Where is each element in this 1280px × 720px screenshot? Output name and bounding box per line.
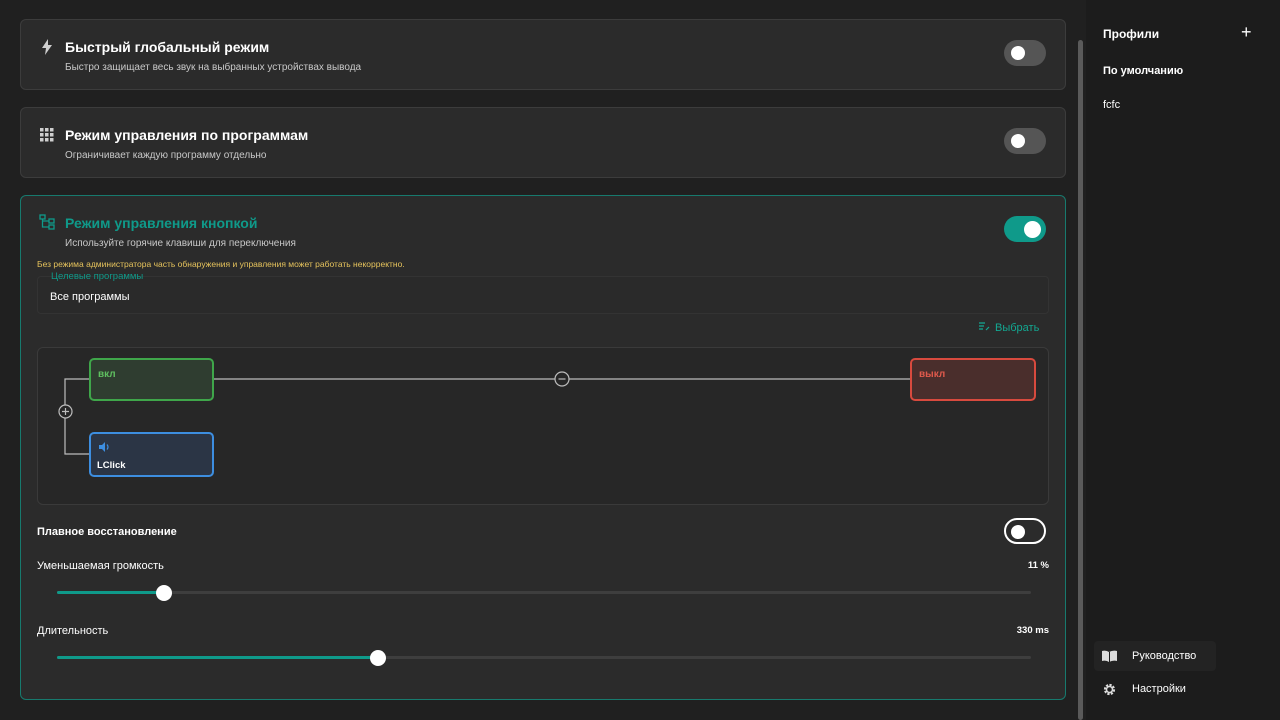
profiles-title: Профили	[1103, 27, 1160, 41]
profiles-sidebar: Профили + По умолчанию fcfc Руководство …	[1086, 0, 1280, 720]
button-mode-subtitle: Используйте горячие клавиши для переключ…	[65, 238, 296, 249]
settings-button[interactable]: Настройки	[1094, 674, 1216, 704]
book-icon	[1094, 650, 1124, 662]
global-mode-toggle[interactable]	[1004, 40, 1046, 66]
per-app-mode-title: Режим управления по программам	[65, 127, 309, 143]
per-app-mode-toggle[interactable]	[1004, 128, 1046, 154]
on-state-node[interactable]: вкл	[89, 358, 214, 401]
duration-label: Длительность	[37, 625, 109, 637]
speaker-icon	[99, 442, 110, 455]
button-mode-card: Режим управления кнопкой Используйте гор…	[20, 195, 1066, 700]
duration-value: 330 ms	[1016, 625, 1049, 636]
hotkey-node[interactable]: LClick	[89, 432, 214, 477]
select-programs-label: Выбрать	[995, 321, 1040, 334]
toggle-knob	[1011, 134, 1025, 148]
smooth-restore-toggle[interactable]	[1004, 518, 1046, 544]
add-profile-button[interactable]: +	[1241, 22, 1252, 43]
volume-slider[interactable]	[57, 585, 1031, 601]
toggle-knob	[1011, 46, 1025, 60]
toggle-knob	[1011, 525, 1025, 539]
settings-label: Настройки	[1132, 683, 1186, 695]
list-edit-icon	[979, 321, 990, 334]
hotkey-label: LClick	[97, 460, 126, 471]
gear-icon	[1094, 683, 1124, 696]
profile-item-fcfc[interactable]: fcfc	[1103, 99, 1120, 111]
guide-label: Руководство	[1132, 650, 1197, 662]
target-programs-label: Целевые программы	[51, 271, 144, 282]
per-app-mode-card: Режим управления по программам Ограничив…	[20, 107, 1066, 178]
hotkey-graph: вкл выкл LClick	[37, 347, 1049, 505]
add-branch-button[interactable]	[58, 404, 73, 419]
target-programs-field[interactable]: Целевые программы Все программы	[37, 271, 1049, 314]
on-state-label: вкл	[98, 369, 116, 380]
toggle-knob	[1024, 221, 1041, 238]
off-state-node[interactable]: выкл	[910, 358, 1036, 401]
button-mode-toggle[interactable]	[1004, 216, 1046, 242]
target-programs-value: Все программы	[50, 291, 130, 303]
volume-label: Уменьшаемая громкость	[37, 560, 164, 572]
remove-link-button[interactable]	[554, 371, 570, 387]
global-mode-subtitle: Быстро защищает весь звук на выбранных у…	[65, 62, 362, 73]
global-mode-card: Быстрый глобальный режим Быстро защищает…	[20, 19, 1066, 90]
per-app-mode-subtitle: Ограничивает каждую программу отдельно	[65, 150, 267, 161]
duration-slider[interactable]	[57, 650, 1031, 666]
grid-icon	[39, 127, 55, 143]
admin-warning: Без режима администратора часть обнаруже…	[37, 259, 405, 269]
flow-icon	[39, 214, 55, 230]
slider-track	[57, 591, 1031, 594]
off-state-label: выкл	[919, 369, 946, 380]
slider-thumb[interactable]	[370, 650, 386, 666]
slider-fill	[57, 656, 378, 659]
global-mode-title: Быстрый глобальный режим	[65, 39, 270, 55]
lightning-icon	[39, 39, 55, 55]
slider-fill	[57, 591, 164, 594]
select-programs-button[interactable]: Выбрать	[979, 321, 1039, 334]
main-panel: Быстрый глобальный режим Быстро защищает…	[0, 0, 1086, 720]
profile-item-default[interactable]: По умолчанию	[1103, 65, 1183, 77]
guide-button[interactable]: Руководство	[1094, 641, 1216, 671]
slider-thumb[interactable]	[156, 585, 172, 601]
volume-value: 11 %	[1027, 560, 1049, 571]
smooth-restore-label: Плавное восстановление	[37, 526, 177, 538]
button-mode-title: Режим управления кнопкой	[65, 215, 258, 231]
main-scrollbar[interactable]	[1078, 40, 1083, 720]
